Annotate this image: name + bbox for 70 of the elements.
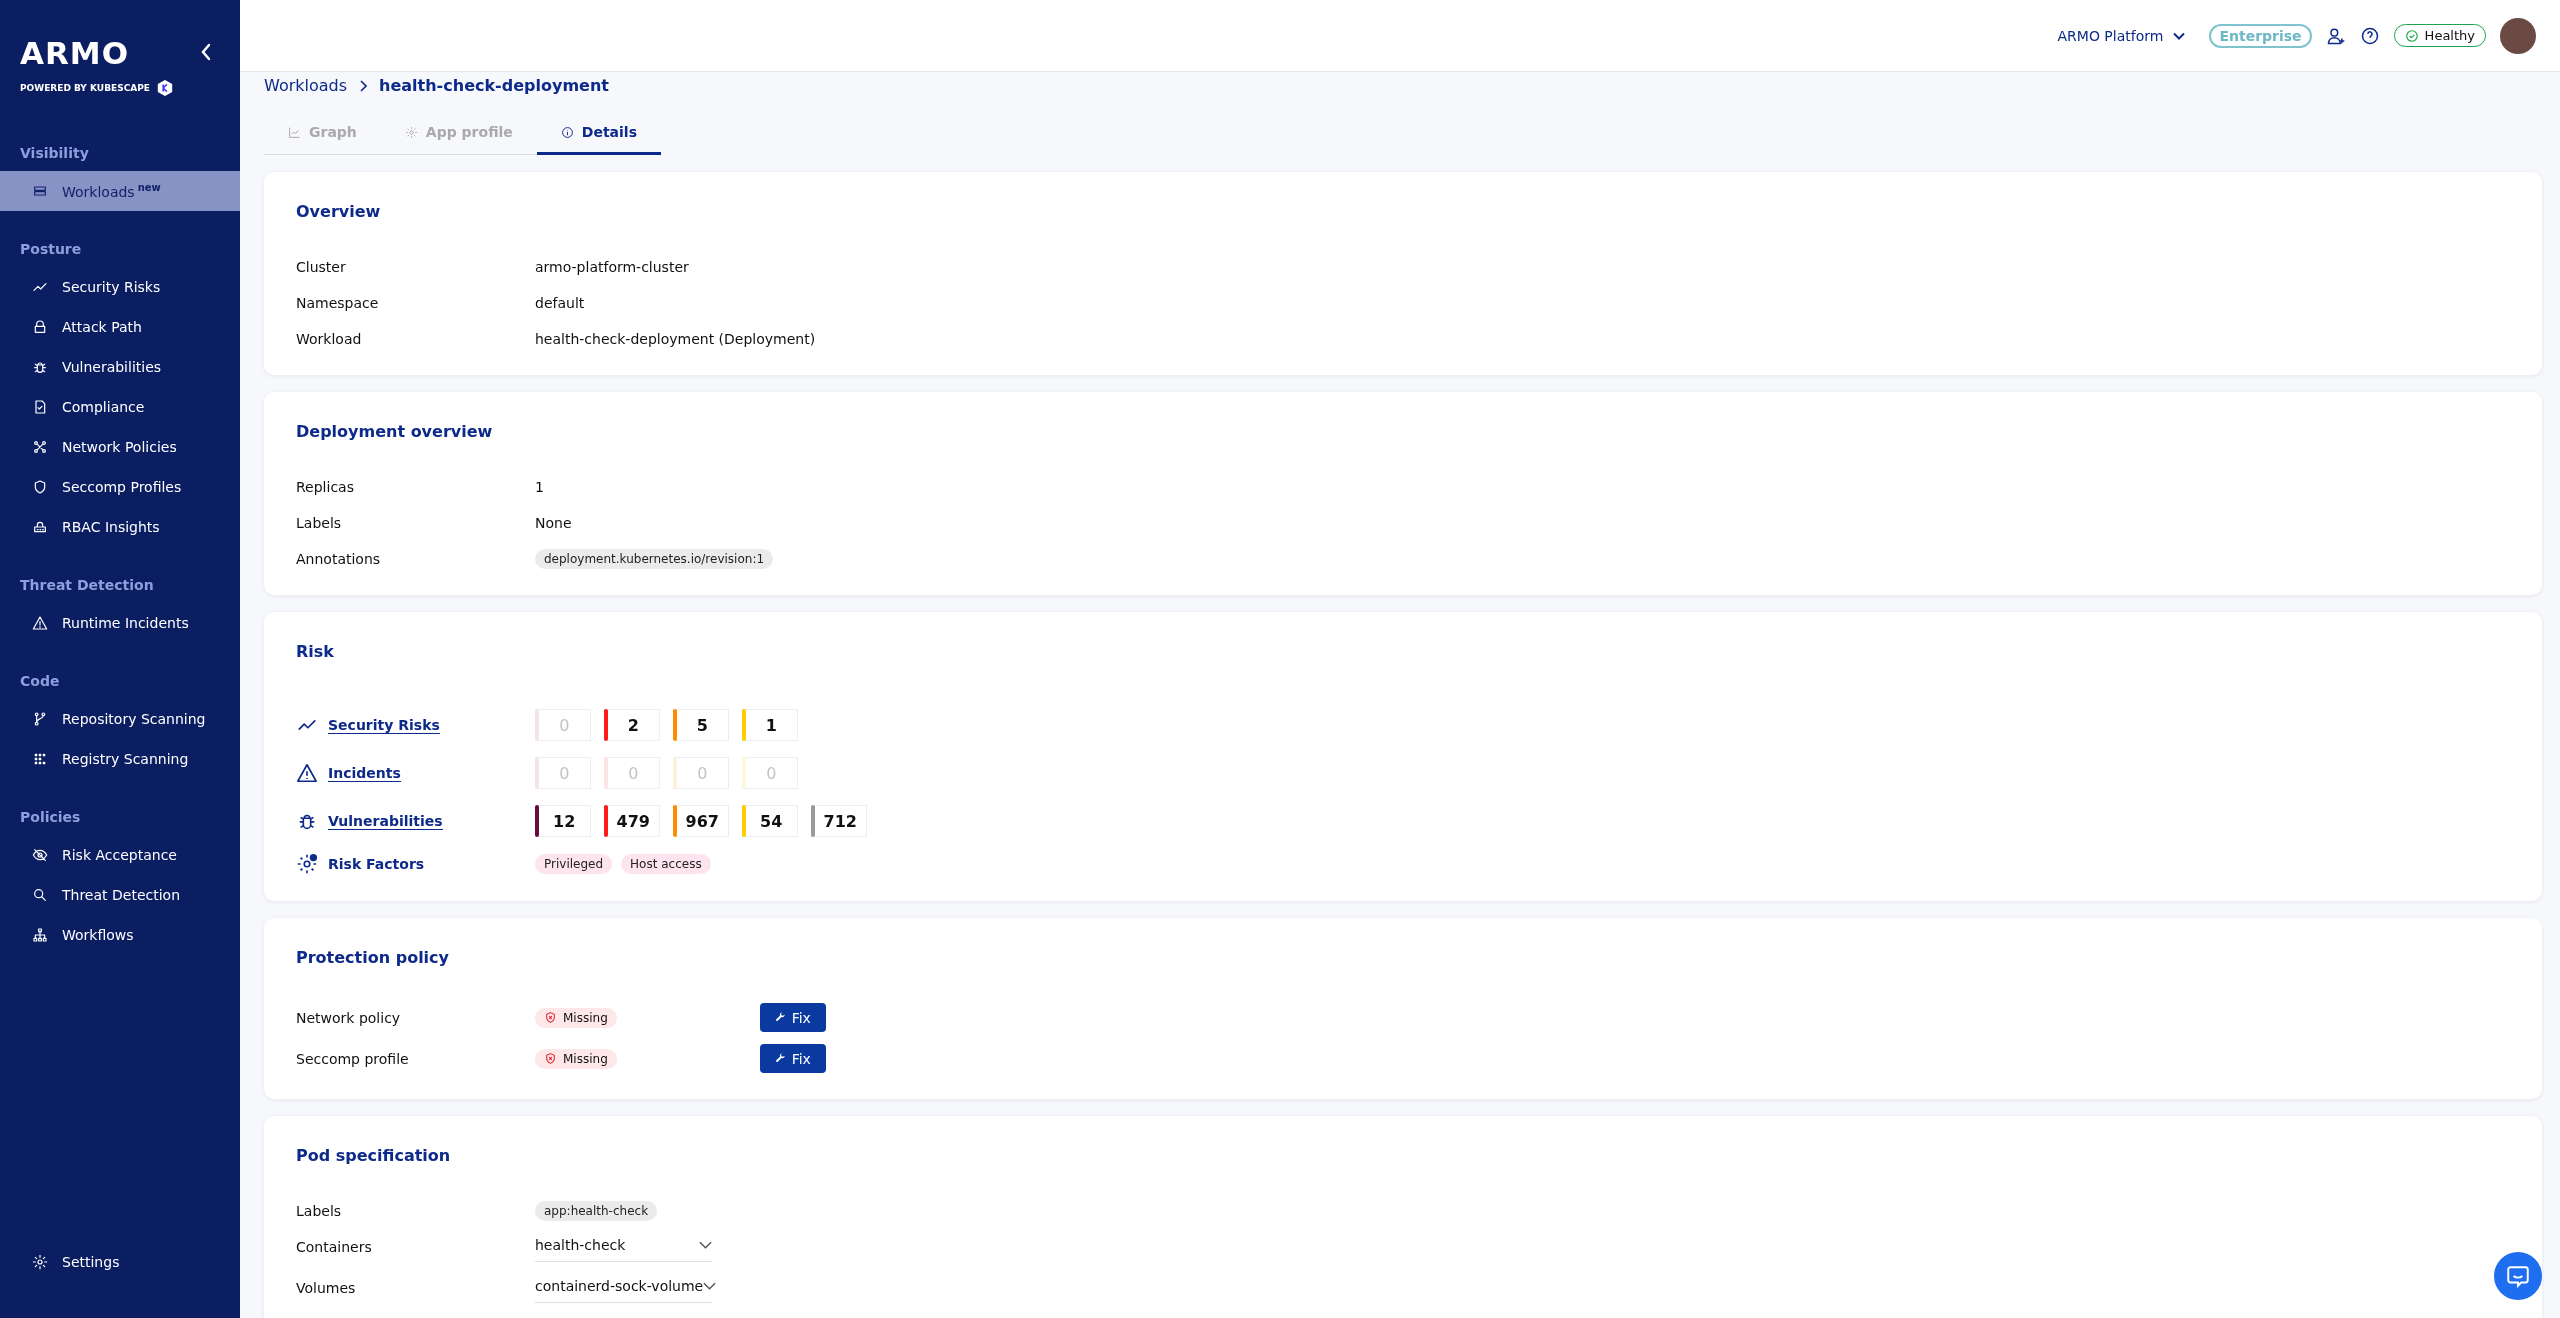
nav-item[interactable]: RBAC Insights (0, 507, 240, 547)
card-title: Pod specification (296, 1146, 452, 1165)
settings-nav-item[interactable]: Settings (0, 1242, 240, 1282)
status-badge: Missing (535, 1007, 617, 1028)
platform-dropdown[interactable]: ARMO Platform (2057, 27, 2186, 44)
card-title: Deployment overview (296, 422, 494, 441)
nav-item[interactable]: Repository Scanning (0, 699, 240, 739)
nav-section-title: Visibility (19, 144, 90, 163)
fix-button[interactable]: Fix (759, 1003, 826, 1032)
row-value: health-check-deployment (Deployment) (535, 331, 816, 347)
count-box[interactable]: 712 (811, 805, 867, 837)
nav-item[interactable]: Vulnerabilities (0, 347, 240, 387)
status-badge: Missing (535, 1048, 617, 1069)
count-box[interactable]: 12 (535, 805, 591, 837)
row-value: 1 (535, 479, 544, 495)
row-label: Volumes (296, 1279, 356, 1296)
nav-section-title: Threat Detection (19, 576, 155, 595)
count-box[interactable]: 479 (604, 805, 660, 837)
row-label: Workload (296, 331, 362, 347)
tag: app:health-check (535, 1201, 658, 1221)
nav-item[interactable]: Risk Acceptance (0, 835, 240, 875)
row-label: Risk Factors (328, 856, 425, 872)
nav-item[interactable]: Workloads $^{new}$ (0, 171, 240, 211)
risk-link[interactable]: Incidents (328, 764, 401, 782)
nav-item[interactable]: Registry Scanning (0, 739, 240, 779)
fix-button[interactable]: Fix (759, 1044, 826, 1073)
nav-section-title: Code (19, 672, 61, 691)
row-label: Labels (296, 1203, 342, 1219)
nav-item[interactable]: Attack Path (0, 307, 240, 347)
row-value: armo-platform-cluster (535, 259, 689, 275)
count-box[interactable]: 1 (742, 709, 798, 741)
count-box[interactable]: 967 (673, 805, 729, 837)
tag: Privileged (535, 854, 613, 874)
powered-by-text: POWERED BY KUBESCAPE (20, 83, 150, 93)
card-title: Protection policy (296, 948, 450, 967)
row-label: Seccomp profile (296, 1050, 409, 1067)
card-title: Overview (296, 202, 382, 221)
nav-item[interactable]: Threat Detection (0, 875, 240, 915)
tab[interactable]: Details (536, 114, 661, 155)
count-box[interactable]: 2 (604, 709, 660, 741)
row-label: Containers (296, 1238, 372, 1255)
count-box[interactable]: 54 (742, 805, 798, 837)
breadcrumb-link[interactable]: Workloads (264, 76, 348, 95)
logo: ARMO (20, 38, 130, 69)
row-label: Labels (296, 515, 342, 531)
nav-item[interactable]: Workflows (0, 915, 240, 955)
tag: deployment.kubernetes.io/revision:1 (535, 549, 774, 569)
count-box[interactable]: 5 (673, 709, 729, 741)
dropdown[interactable]: health-check (535, 1231, 712, 1262)
nav-section-title: Policies (19, 808, 82, 827)
tag: Host access (621, 854, 711, 874)
nav-item[interactable]: Runtime Incidents (0, 603, 240, 643)
row-label: Cluster (296, 259, 346, 275)
nav-section-title: Posture (19, 240, 83, 259)
breadcrumb-current: health-check-deployment (379, 76, 609, 95)
card-title: Risk (296, 642, 335, 661)
plan-badge: Enterprise (2209, 23, 2312, 48)
row-label: Annotations (296, 551, 381, 567)
row-value: None (535, 515, 572, 531)
row-label: Replicas (296, 479, 354, 495)
risk-link[interactable]: Vulnerabilities (328, 812, 443, 830)
nav-item[interactable]: Compliance (0, 387, 240, 427)
risk-link[interactable]: Security Risks (328, 716, 440, 734)
row-label: Namespace (296, 295, 379, 311)
row-value: default (535, 295, 585, 311)
dropdown[interactable]: containerd-sock-volume (535, 1272, 712, 1303)
nav-item[interactable]: Network Policies (0, 427, 240, 467)
nav-item[interactable]: Security Risks (0, 267, 240, 307)
row-label: Network policy (296, 1009, 401, 1026)
nav-item[interactable]: Seccomp Profiles (0, 467, 240, 507)
